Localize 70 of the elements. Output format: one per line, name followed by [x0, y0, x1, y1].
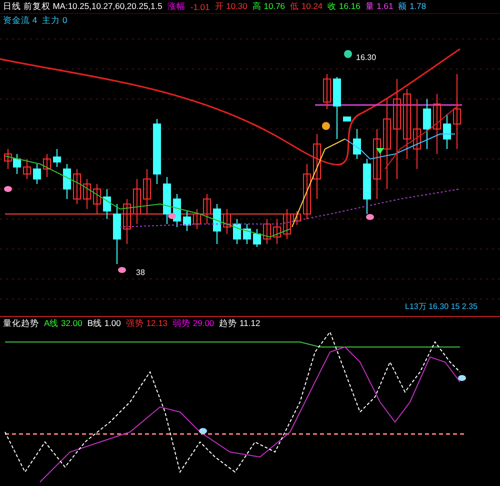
candlestick [43, 154, 51, 178]
candlestick [403, 88, 411, 160]
indicator-value: 趋势 11.12 [219, 318, 260, 330]
candlestick [293, 210, 301, 226]
candlestick [53, 148, 61, 168]
candlestick [153, 118, 161, 184]
header-value: 开 10.30 [214, 0, 248, 12]
candlestick [233, 218, 241, 244]
signal-icon [322, 122, 330, 130]
candlestick [253, 228, 261, 248]
candlestick [273, 218, 281, 244]
candlestick [313, 134, 321, 200]
signal-icon [458, 375, 466, 381]
indicator-value: B线 1.00 [87, 318, 121, 330]
candlestick [263, 218, 271, 244]
candlestick [223, 208, 231, 234]
candlestick [443, 114, 451, 150]
indicator-value: 量化趋势 [3, 318, 39, 330]
candlestick [323, 74, 331, 110]
header-value: 收 16.16 [328, 0, 360, 12]
candlestick [433, 94, 441, 154]
candlestick [193, 208, 201, 230]
candlestick [203, 194, 211, 224]
header-value: 资金流 4 [3, 14, 38, 26]
candlestick [73, 168, 81, 204]
signal-icon [366, 214, 374, 220]
price-label: 38 [136, 268, 145, 277]
price-label: 16.30 [356, 53, 376, 62]
candlestick [333, 76, 341, 140]
candlestick [93, 184, 101, 214]
candlestick [143, 168, 151, 214]
header-value: 主力 0 [42, 14, 68, 26]
indicator-value: A线 32.00 [44, 318, 82, 330]
candlestick [173, 194, 181, 228]
header-value: -1.01 [190, 2, 210, 12]
summary-label: L13万 16.30 15 2.35 [405, 302, 478, 311]
candlestick [373, 128, 381, 200]
candlestick [23, 158, 31, 180]
candlestick [183, 210, 191, 232]
candlestick [343, 116, 351, 122]
candlestick [363, 158, 371, 214]
signal-icon [199, 428, 207, 434]
candlestick [163, 176, 171, 224]
header-value: 低 10.24 [290, 0, 323, 12]
signal-icon [344, 50, 352, 58]
candlestick [83, 178, 91, 210]
header-value: 量 1.61 [365, 0, 394, 12]
candlestick [423, 98, 431, 150]
candlestick [113, 204, 121, 264]
candlestick [103, 188, 111, 220]
candlestick [303, 164, 311, 220]
candlestick [33, 164, 41, 184]
indicator-value: 弱势 29.00 [172, 318, 214, 330]
candlestick [353, 128, 361, 160]
signal-icon [118, 267, 126, 273]
candlestick [123, 198, 131, 244]
signal-icon [4, 186, 12, 192]
candlestick [243, 224, 251, 244]
indicator-value: 强势 12.13 [126, 318, 168, 330]
candlestick [413, 98, 421, 170]
candlestick [283, 208, 291, 240]
signal-icon [168, 213, 176, 219]
candlestick [213, 204, 221, 244]
candlestick [133, 178, 141, 224]
triangle-icon [376, 148, 384, 154]
header-value: 额 1.78 [398, 0, 426, 12]
header-value: 高 10.76 [252, 0, 286, 12]
header-value: 日线 前复权 MA:10.25,10.27,60,20.25,1.5 [3, 0, 162, 12]
candlestick [63, 164, 71, 200]
header-value: 涨幅 [167, 0, 186, 12]
